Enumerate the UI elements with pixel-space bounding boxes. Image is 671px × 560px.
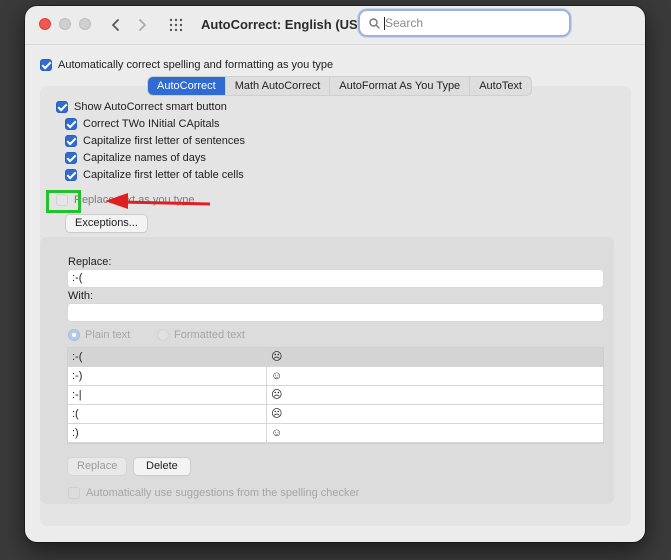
table-cell-with: ☹ — [271, 408, 283, 420]
tab-autotext[interactable]: AutoText — [470, 77, 531, 95]
tab-math-autocorrect[interactable]: Math AutoCorrect — [226, 77, 331, 95]
forward-button[interactable] — [131, 14, 153, 36]
autocorrect-entries-table[interactable]: :-( ☹ :-) ☺ :-| ☹ :( ☹ :) ☺ — [67, 347, 604, 444]
table-cell-with: ☺ — [271, 370, 283, 382]
minimize-window-button[interactable] — [59, 18, 71, 30]
option-capitalize-table-cells[interactable]: Capitalize first letter of table cells — [65, 169, 244, 181]
chevron-right-icon — [139, 19, 146, 31]
table-cell-replace: :) — [68, 424, 267, 442]
capitalize-table-cells-checkbox[interactable] — [65, 169, 77, 181]
window-title: AutoCorrect: English (US) — [201, 17, 363, 32]
tab-autocorrect[interactable]: AutoCorrect — [148, 77, 226, 95]
title-bar: AutoCorrect: English (US) — [25, 6, 645, 44]
show-all-button[interactable] — [165, 14, 187, 36]
capitalize-days-checkbox[interactable] — [65, 152, 77, 164]
correct-two-initial-capitals-checkbox[interactable] — [65, 118, 77, 130]
option-capitalize-sentences[interactable]: Capitalize first letter of sentences — [65, 135, 245, 147]
option-label: Capitalize names of days — [83, 152, 206, 164]
zoom-window-button[interactable] — [79, 18, 91, 30]
plain-text-option[interactable]: Plain text — [68, 329, 130, 341]
option-capitalize-days[interactable]: Capitalize names of days — [65, 152, 206, 164]
option-show-smart-button[interactable]: Show AutoCorrect smart button — [56, 101, 227, 113]
exceptions-button[interactable]: Exceptions... — [66, 215, 147, 232]
table-row[interactable]: :-) ☺ — [68, 367, 603, 386]
capitalize-sentences-checkbox[interactable] — [65, 135, 77, 147]
table-row[interactable]: :( ☹ — [68, 405, 603, 424]
plain-text-label: Plain text — [85, 329, 131, 341]
with-input[interactable] — [67, 303, 604, 322]
spelling-suggestions-option[interactable]: Automatically use suggestions from the s… — [68, 487, 359, 499]
search-input[interactable] — [385, 16, 545, 30]
highlight-box — [46, 190, 81, 213]
table-row[interactable]: :-( ☹ — [68, 348, 603, 367]
tab-bar: AutoCorrect Math AutoCorrect AutoFormat … — [148, 77, 531, 95]
search-icon — [369, 17, 380, 29]
spelling-suggestions-checkbox[interactable] — [68, 487, 80, 499]
grid-icon — [169, 18, 183, 32]
replace-button[interactable]: Replace — [68, 458, 127, 475]
spelling-suggestions-label: Automatically use suggestions from the s… — [86, 487, 360, 499]
tab-autoformat-as-you-type[interactable]: AutoFormat As You Type — [330, 77, 471, 95]
formatted-text-label: Formatted text — [174, 329, 245, 341]
table-cell-with: ☺ — [271, 427, 283, 439]
table-row[interactable]: :-| ☹ — [68, 386, 603, 405]
replace-label: Replace: — [68, 256, 112, 268]
table-row[interactable]: :) ☺ — [68, 424, 603, 443]
table-cell-replace: :-) — [68, 367, 267, 385]
option-label: Capitalize first letter of table cells — [83, 169, 244, 181]
table-cell-replace: :-( — [68, 348, 267, 366]
title-separator — [25, 44, 645, 45]
table-cell-with: ☹ — [271, 351, 283, 363]
table-cell-replace: :-| — [68, 386, 267, 404]
formatted-text-radio[interactable] — [157, 329, 169, 341]
auto-correct-checkbox[interactable] — [40, 59, 52, 71]
auto-correct-label: Automatically correct spelling and forma… — [58, 59, 334, 71]
red-arrow-icon — [105, 193, 211, 209]
chevron-left-icon — [112, 19, 119, 31]
formatted-text-option[interactable]: Formatted text — [157, 329, 245, 341]
delete-button[interactable]: Delete — [134, 458, 190, 475]
replace-input[interactable]: :-( — [67, 269, 604, 288]
show-smart-button-checkbox[interactable] — [56, 101, 68, 113]
text-caret — [384, 17, 385, 30]
close-window-button[interactable] — [39, 18, 51, 30]
auto-correct-as-you-type-option[interactable]: Automatically correct spelling and forma… — [40, 59, 333, 71]
back-button[interactable] — [105, 14, 127, 36]
option-label: Show AutoCorrect smart button — [74, 101, 227, 113]
table-cell-with: ☹ — [271, 389, 283, 401]
with-label: With: — [68, 290, 94, 302]
option-label: Correct TWo INitial CApitals — [83, 118, 220, 130]
plain-text-radio[interactable] — [68, 329, 80, 341]
option-label: Capitalize first letter of sentences — [83, 135, 246, 147]
option-correct-two-initial-capitals[interactable]: Correct TWo INitial CApitals — [65, 118, 220, 130]
search-field[interactable] — [358, 9, 571, 37]
table-cell-replace: :( — [68, 405, 267, 423]
